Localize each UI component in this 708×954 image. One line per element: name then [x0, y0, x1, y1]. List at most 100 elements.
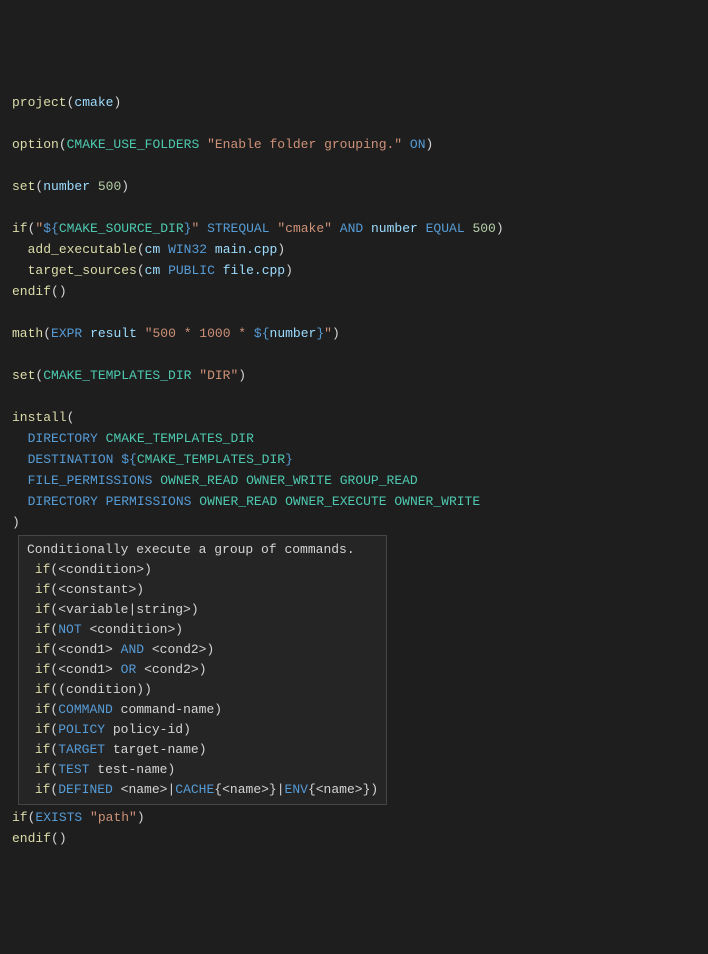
var: number	[43, 179, 90, 194]
quote: "	[191, 221, 199, 236]
string: "DIR"	[199, 368, 238, 383]
kw: PUBLIC	[168, 263, 215, 278]
kw: STREQUAL	[207, 221, 269, 236]
fn-target-sources: target_sources	[28, 263, 137, 278]
arg: <name>	[222, 782, 269, 797]
kw: DEFINED	[58, 782, 113, 797]
fn-add-executable: add_executable	[28, 242, 137, 257]
var: number	[371, 221, 418, 236]
arg: <cond2>	[144, 662, 199, 677]
var: cm	[145, 242, 161, 257]
kw: DIRECTORY	[28, 431, 98, 446]
interp-close: }	[285, 452, 293, 467]
fn-if: if	[12, 810, 28, 825]
perm: OWNER_READ	[160, 473, 238, 488]
kw-on: ON	[410, 137, 426, 152]
string: "500 * 1000 *	[145, 326, 254, 341]
fn-if: if	[35, 622, 51, 637]
file: main.cpp	[215, 242, 277, 257]
var: CMAKE_TEMPLATES_DIR	[137, 452, 285, 467]
arg: (condition)	[58, 682, 144, 697]
file: file.cpp	[223, 263, 285, 278]
arg: command-name	[121, 702, 215, 717]
fn-if: if	[35, 702, 51, 717]
fn-if: if	[12, 221, 28, 236]
var: CMAKE_TEMPLATES_DIR	[106, 431, 254, 446]
arg: <variable|string>	[58, 602, 191, 617]
arg: <condition>	[58, 562, 144, 577]
interp-close: }	[316, 326, 324, 341]
num: 500	[472, 221, 495, 236]
arg: target-name	[113, 742, 199, 757]
perm: OWNER_WRITE	[246, 473, 332, 488]
kw: EQUAL	[426, 221, 465, 236]
fn-if: if	[35, 602, 51, 617]
perm: GROUP_READ	[340, 473, 418, 488]
kw: EXISTS	[35, 810, 82, 825]
kw: AND	[121, 642, 144, 657]
kw: POLICY	[58, 722, 105, 737]
perm: OWNER_EXECUTE	[285, 494, 386, 509]
arg: <cond1>	[58, 662, 113, 677]
interp-open: ${	[254, 326, 270, 341]
var: cm	[145, 263, 161, 278]
perm: OWNER_WRITE	[394, 494, 480, 509]
string: "Enable folder grouping."	[207, 137, 402, 152]
var: number	[270, 326, 317, 341]
kw: ENV	[285, 782, 308, 797]
var: CMAKE_USE_FOLDERS	[67, 137, 200, 152]
arg: test-name	[97, 762, 167, 777]
fn-if: if	[35, 722, 51, 737]
kw: CACHE	[175, 782, 214, 797]
kw: WIN32	[168, 242, 207, 257]
fn-set: set	[12, 179, 35, 194]
fn-project: project	[12, 95, 67, 110]
arg: <name>	[316, 782, 363, 797]
fn-endif: endif	[12, 831, 51, 846]
fn-if: if	[35, 642, 51, 657]
arg: <cond1>	[58, 642, 113, 657]
arg: <condition>	[89, 622, 175, 637]
kw: TARGET	[58, 742, 105, 757]
fn-if: if	[35, 782, 51, 797]
fn-endif: endif	[12, 284, 51, 299]
string: "	[324, 326, 332, 341]
fn-install: install	[12, 410, 67, 425]
kw: FILE_PERMISSIONS	[28, 473, 153, 488]
code-editor[interactable]: project(cmake) option(CMAKE_USE_FOLDERS …	[12, 92, 696, 849]
fn-if: if	[35, 662, 51, 677]
interp-open: ${	[43, 221, 59, 236]
kw: DIRECTORY	[28, 494, 98, 509]
perm: OWNER_READ	[199, 494, 277, 509]
var: CMAKE_SOURCE_DIR	[59, 221, 184, 236]
fn-if: if	[35, 762, 51, 777]
tooltip-title: Conditionally execute a group of command…	[27, 542, 355, 557]
interp-open: ${	[121, 452, 137, 467]
var: result	[90, 326, 137, 341]
arg: <constant>	[58, 582, 136, 597]
fn-if: if	[35, 682, 51, 697]
arg: cmake	[74, 95, 113, 110]
kw: NOT	[58, 622, 81, 637]
fn-if: if	[35, 582, 51, 597]
kw: COMMAND	[58, 702, 113, 717]
kw: AND	[340, 221, 363, 236]
var: CMAKE_TEMPLATES_DIR	[43, 368, 191, 383]
arg: <cond2>	[152, 642, 207, 657]
kw: EXPR	[51, 326, 82, 341]
string: "path"	[90, 810, 137, 825]
fn-option: option	[12, 137, 59, 152]
fn-set: set	[12, 368, 35, 383]
fn-math: math	[12, 326, 43, 341]
fn-if: if	[35, 742, 51, 757]
string: "cmake"	[277, 221, 332, 236]
kw: OR	[121, 662, 137, 677]
arg: policy-id	[113, 722, 183, 737]
arg: <name>	[121, 782, 168, 797]
kw: DESTINATION	[28, 452, 114, 467]
kw: TEST	[58, 762, 89, 777]
hover-tooltip: Conditionally execute a group of command…	[18, 535, 387, 805]
kw: PERMISSIONS	[106, 494, 192, 509]
fn-if: if	[35, 562, 51, 577]
num: 500	[98, 179, 121, 194]
